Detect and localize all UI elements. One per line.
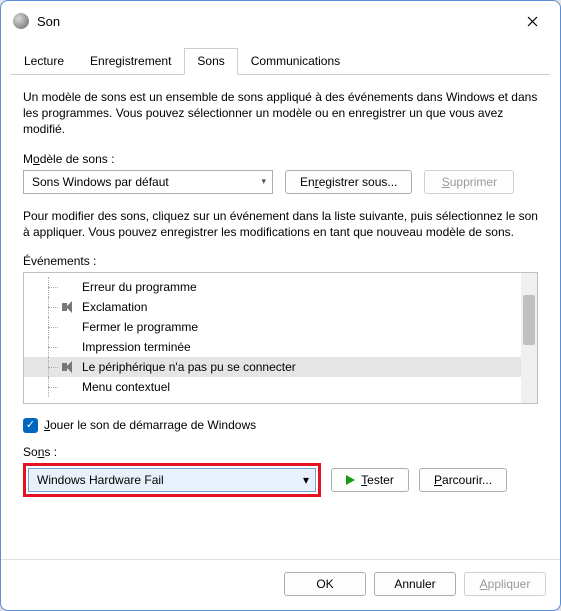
chevron-down-icon: ▾ bbox=[303, 473, 309, 487]
ok-button[interactable]: OK bbox=[284, 572, 366, 596]
close-icon bbox=[527, 16, 538, 27]
scheme-label: Modèle de sons : bbox=[23, 152, 538, 166]
startup-sound-row: ✓ Jouer le son de démarrage de Windows bbox=[23, 418, 538, 433]
no-sound-icon bbox=[62, 381, 76, 393]
event-label: Menu contextuel bbox=[82, 380, 170, 394]
events-label: Événements : bbox=[23, 254, 538, 268]
delete-button: Supprimer bbox=[424, 170, 514, 194]
speaker-icon bbox=[62, 361, 76, 373]
cancel-button[interactable]: Annuler bbox=[374, 572, 456, 596]
event-label: Erreur du programme bbox=[82, 280, 197, 294]
dialog-footer: OK Annuler Appliquer bbox=[1, 559, 560, 610]
tab-recording[interactable]: Enregistrement bbox=[77, 48, 184, 75]
no-sound-icon bbox=[62, 281, 76, 293]
event-item[interactable]: Impression terminée bbox=[24, 337, 537, 357]
sounds-row: Windows Hardware Fail ▾ Tester Parcourir… bbox=[23, 463, 538, 497]
scheme-description: Un modèle de sons est un ensemble de son… bbox=[23, 89, 538, 138]
sound-select[interactable]: Windows Hardware Fail ▾ bbox=[28, 468, 316, 492]
sounds-panel: Un modèle de sons est un ensemble de son… bbox=[11, 75, 550, 559]
play-icon bbox=[346, 475, 355, 485]
startup-sound-checkbox[interactable]: ✓ bbox=[23, 418, 38, 433]
events-listbox[interactable]: Erreur du programme Exclamation Fermer le … bbox=[23, 272, 538, 404]
test-button[interactable]: Tester bbox=[331, 468, 409, 492]
tab-sounds[interactable]: Sons bbox=[184, 48, 237, 75]
scrollbar[interactable] bbox=[521, 273, 537, 403]
no-sound-icon bbox=[62, 321, 76, 333]
browse-button[interactable]: Parcourir... bbox=[419, 468, 507, 492]
tab-strip: Lecture Enregistrement Sons Communicatio… bbox=[11, 47, 550, 75]
event-item[interactable]: Le périphérique n'a pas pu se connecter bbox=[24, 357, 537, 377]
no-sound-icon bbox=[62, 341, 76, 353]
event-item[interactable]: Exclamation bbox=[24, 297, 537, 317]
modify-description: Pour modifier des sons, cliquez sur un é… bbox=[23, 208, 538, 240]
speaker-icon bbox=[62, 301, 76, 313]
sound-select-value: Windows Hardware Fail bbox=[37, 473, 164, 487]
scheme-select[interactable]: Sons Windows par défaut ▾ bbox=[23, 170, 273, 194]
chevron-down-icon: ▾ bbox=[261, 176, 266, 187]
client-area: Lecture Enregistrement Sons Communicatio… bbox=[1, 41, 560, 559]
app-icon bbox=[13, 13, 29, 29]
event-label: Impression terminée bbox=[82, 340, 191, 354]
sound-select-highlight: Windows Hardware Fail ▾ bbox=[23, 463, 321, 497]
scheme-select-value: Sons Windows par défaut bbox=[32, 175, 169, 189]
startup-sound-label: Jouer le son de démarrage de Windows bbox=[44, 418, 256, 432]
sounds-label: Sons : bbox=[23, 445, 538, 459]
tab-communications[interactable]: Communications bbox=[238, 48, 353, 75]
save-as-button[interactable]: Enregistrer sous... bbox=[285, 170, 412, 194]
window-title: Son bbox=[37, 14, 516, 29]
title-bar: Son bbox=[1, 1, 560, 41]
event-label: Exclamation bbox=[82, 300, 147, 314]
event-item[interactable]: Erreur du programme bbox=[24, 277, 537, 297]
apply-button: Appliquer bbox=[464, 572, 546, 596]
sound-dialog: Son Lecture Enregistrement Sons Communic… bbox=[0, 0, 561, 611]
event-label: Fermer le programme bbox=[82, 320, 198, 334]
event-label: Le périphérique n'a pas pu se connecter bbox=[82, 360, 296, 374]
event-item[interactable]: Fermer le programme bbox=[24, 317, 537, 337]
scheme-row: Sons Windows par défaut ▾ Enregistrer so… bbox=[23, 170, 538, 194]
scrollbar-thumb[interactable] bbox=[523, 295, 535, 345]
event-item[interactable]: Menu contextuel bbox=[24, 377, 537, 397]
close-button[interactable] bbox=[516, 9, 548, 33]
tab-playback[interactable]: Lecture bbox=[11, 48, 77, 75]
